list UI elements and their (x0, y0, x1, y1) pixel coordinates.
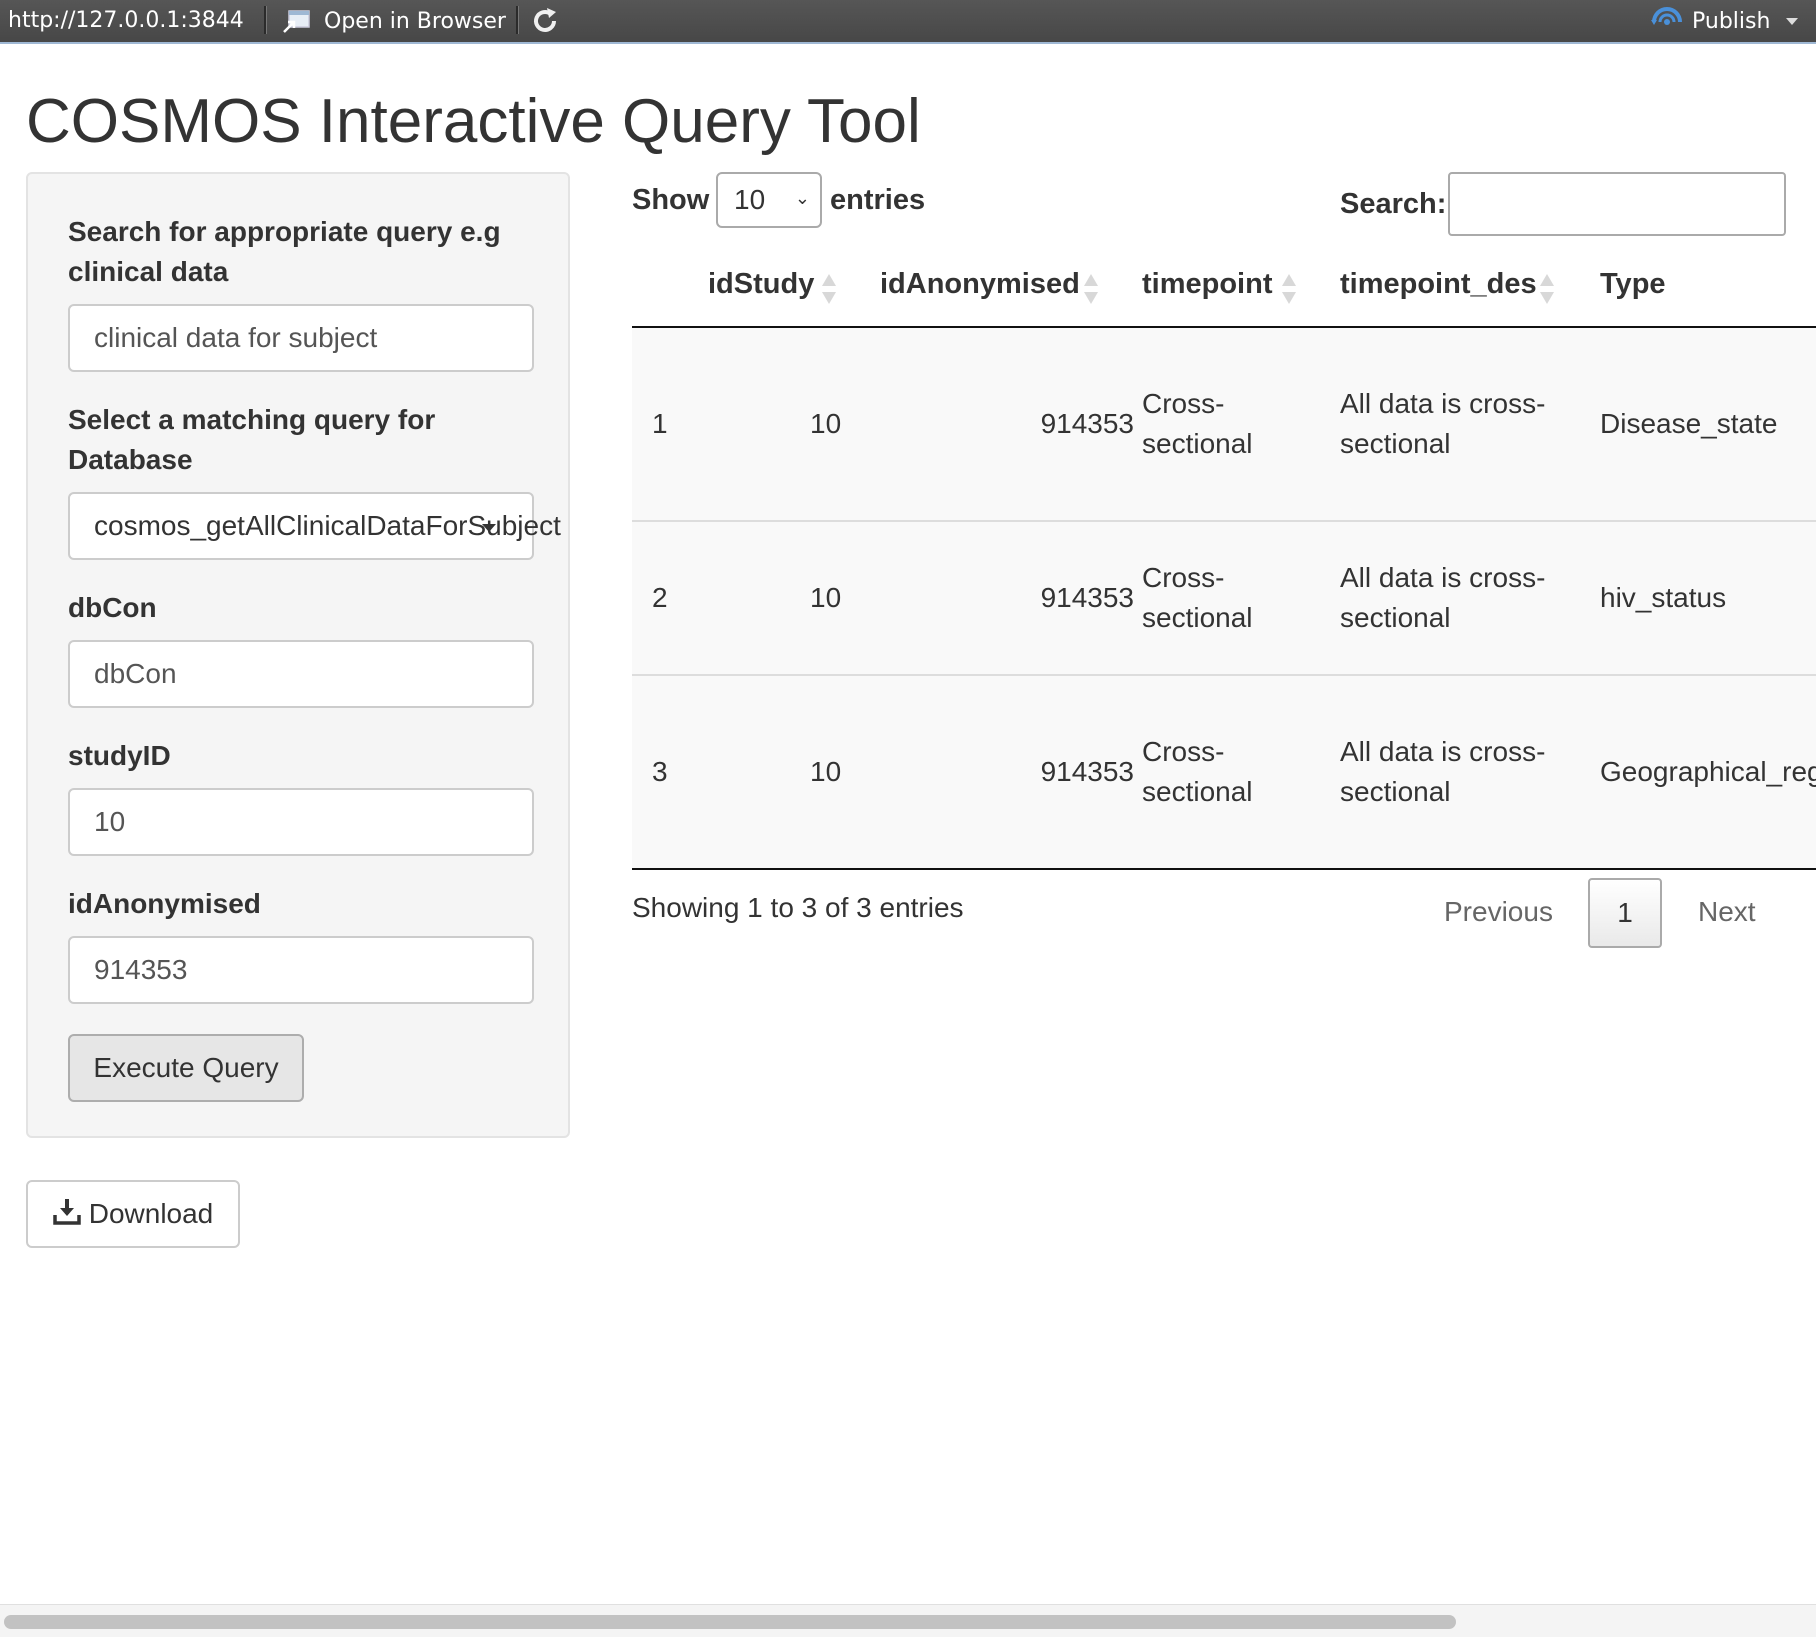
page-length-select[interactable]: 10 ⌄ (716, 172, 822, 228)
sort-icon[interactable] (1540, 272, 1554, 308)
cell-idstudy: 10 (810, 756, 842, 787)
dbcon-label: dbCon (68, 592, 157, 623)
pagination-previous[interactable]: Previous (1444, 896, 1553, 928)
cell-idanonymised: 914353 (1040, 756, 1134, 787)
cell-timepoint-des-line1: All data is cross- (1340, 562, 1546, 593)
cell-idstudy: 10 (810, 408, 842, 439)
cell-timepoint-des-line2: sectional (1340, 602, 1451, 633)
pagination-page-1[interactable]: 1 (1588, 878, 1662, 948)
table-search-input[interactable] (1448, 172, 1786, 236)
dbcon-value: dbCon (94, 658, 177, 689)
download-icon (52, 1197, 81, 1232)
query-select[interactable]: cosmos_getAllClinicalDataForSubject (68, 492, 561, 560)
search-query-label-line1: Search for appropriate query e.g (68, 216, 501, 247)
open-in-browser-label: Open in Browser (324, 8, 506, 34)
cell-timepoint-line2: sectional (1142, 776, 1253, 807)
search-query-label: Search for appropriate query e.g clinica… (68, 212, 501, 292)
download-button[interactable]: Download (26, 1180, 240, 1248)
column-header-idstudy[interactable]: idStudy (708, 268, 814, 301)
sort-icon[interactable] (1282, 272, 1296, 308)
search-query-label-line2: clinical data (68, 256, 229, 287)
select-query-label: Select a matching query for Database (68, 400, 435, 480)
chevron-down-icon: ⌄ (794, 188, 810, 208)
cell-timepoint-des-line1: All data is cross- (1340, 736, 1546, 767)
toolbar-separator (516, 6, 519, 34)
idanonymised-value: 914353 (94, 954, 188, 985)
refresh-icon[interactable] (530, 6, 560, 36)
search-query-value: clinical data for subject (94, 322, 378, 353)
cell-idanonymised: 914353 (1040, 582, 1134, 613)
toolbar-separator (264, 6, 267, 34)
chevron-down-icon (482, 524, 496, 532)
cell-idstudy: 10 (810, 582, 842, 613)
table-search-label: Search: (1340, 188, 1447, 220)
sort-icon[interactable] (1084, 272, 1098, 308)
cell-timepoint-des: All data is cross- sectional (1340, 732, 1545, 812)
cell-row-number: 1 (652, 408, 668, 439)
cell-timepoint: Cross- sectional (1142, 732, 1253, 812)
open-in-browser-icon (282, 8, 312, 34)
entries-label: entries (830, 184, 926, 216)
table-info: Showing 1 to 3 of 3 entries (632, 892, 964, 923)
cell-timepoint-des: All data is cross- sectional (1340, 558, 1545, 638)
horizontal-scrollbar[interactable] (0, 1604, 1816, 1637)
table-row[interactable]: 2 10 914353 Cross- sectional All data is… (632, 522, 1816, 676)
select-query-label-line2: Database (68, 444, 193, 475)
cell-timepoint: Cross- sectional (1142, 384, 1253, 464)
column-header-timepoint[interactable]: timepoint (1142, 268, 1273, 301)
page-length-value: 10 (734, 184, 766, 215)
cell-timepoint-des: All data is cross- sectional (1340, 384, 1545, 464)
scrollbar-thumb[interactable] (4, 1615, 1456, 1629)
open-in-browser-button[interactable]: Open in Browser (282, 6, 506, 36)
cell-timepoint-des-line2: sectional (1340, 428, 1451, 459)
dbcon-input[interactable]: dbCon (68, 640, 534, 708)
publish-icon (1650, 4, 1684, 38)
cell-row-number: 3 (652, 756, 668, 787)
show-label: Show (632, 184, 710, 216)
studyid-value: 10 (94, 806, 126, 837)
pagination-next[interactable]: Next (1698, 896, 1756, 928)
column-header-idanonymised[interactable]: idAnonymised (880, 268, 1080, 301)
cell-type: Disease_state (1600, 408, 1778, 439)
cell-timepoint-line1: Cross- (1142, 388, 1225, 419)
page-title: COSMOS Interactive Query Tool (26, 87, 921, 156)
cell-timepoint-des-line2: sectional (1340, 776, 1451, 807)
execute-query-button[interactable]: Execute Query (68, 1034, 304, 1102)
results-table: idStudy idAnonymised timepoint timepoint… (632, 252, 1816, 872)
sidebar-panel: Search for appropriate query e.g clinica… (26, 172, 570, 1138)
idanonymised-label: idAnonymised (68, 888, 261, 919)
cell-timepoint-line2: sectional (1142, 602, 1253, 633)
column-header-timepoint-des[interactable]: timepoint_des (1340, 268, 1537, 301)
viewer-url: http://127.0.0.1:3844 (8, 8, 244, 33)
cell-idanonymised: 914353 (1040, 408, 1134, 439)
cell-timepoint-line1: Cross- (1142, 736, 1225, 767)
studyid-label: studyID (68, 740, 171, 771)
cell-timepoint-line1: Cross- (1142, 562, 1225, 593)
search-query-input[interactable]: clinical data for subject (68, 304, 534, 372)
cell-type: hiv_status (1600, 582, 1727, 613)
cell-timepoint: Cross- sectional (1142, 558, 1253, 638)
publish-label: Publish (1692, 8, 1771, 34)
cell-timepoint-des-line1: All data is cross- (1340, 388, 1546, 419)
table-row[interactable]: 3 10 914353 Cross- sectional All data is… (632, 676, 1816, 870)
select-query-label-line1: Select a matching query for (68, 404, 436, 435)
cell-row-number: 2 (652, 582, 668, 613)
table-row[interactable]: 1 10 914353 Cross- sectional All data is… (632, 328, 1816, 522)
download-label: Download (88, 1198, 214, 1229)
cell-timepoint-line2: sectional (1142, 428, 1253, 459)
sort-icon[interactable] (822, 272, 836, 308)
studyid-input[interactable]: 10 (68, 788, 534, 856)
column-header-type[interactable]: Type (1600, 268, 1666, 301)
viewer-toolbar: http://127.0.0.1:3844 Open in Browser Pu… (0, 0, 1816, 44)
idanonymised-input[interactable]: 914353 (68, 936, 534, 1004)
publish-button[interactable]: Publish (1650, 6, 1770, 36)
cell-type: Geographical_reg (1600, 756, 1816, 787)
publish-dropdown-icon[interactable] (1786, 18, 1798, 25)
